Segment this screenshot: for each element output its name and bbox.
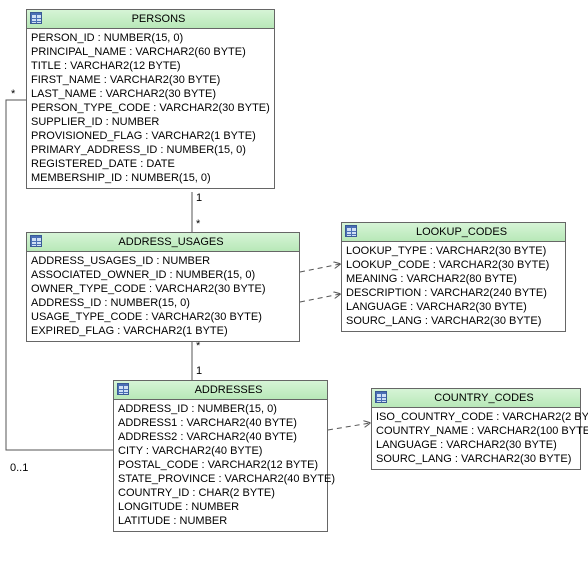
column-row: MEANING : VARCHAR2(80 BYTE): [346, 272, 561, 286]
entity-body: LOOKUP_TYPE : VARCHAR2(30 BYTE) LOOKUP_C…: [342, 242, 565, 331]
column-row: SUPPLIER_ID : NUMBER: [31, 115, 270, 129]
entity-body: PERSON_ID : NUMBER(15, 0) PRINCIPAL_NAME…: [27, 29, 274, 188]
column-row: PRINCIPAL_NAME : VARCHAR2(60 BYTE): [31, 45, 270, 59]
column-row: PERSON_ID : NUMBER(15, 0): [31, 31, 270, 45]
entity-header: ADDRESS_USAGES: [27, 233, 299, 252]
column-row: LOOKUP_CODE : VARCHAR2(30 BYTE): [346, 258, 561, 272]
column-row: COUNTRY_NAME : VARCHAR2(100 BYTE): [376, 424, 576, 438]
table-icon: [30, 235, 42, 247]
column-row: LATITUDE : NUMBER: [118, 514, 323, 528]
column-row: LAST_NAME : VARCHAR2(30 BYTE): [31, 87, 270, 101]
entity-body: ADDRESS_USAGES_ID : NUMBER ASSOCIATED_OW…: [27, 252, 299, 341]
column-row: ASSOCIATED_OWNER_ID : NUMBER(15, 0): [31, 268, 295, 282]
column-row: PERSON_TYPE_CODE : VARCHAR2(30 BYTE): [31, 101, 270, 115]
entity-title: PERSONS: [132, 13, 186, 25]
entity-title: COUNTRY_CODES: [434, 392, 533, 404]
column-row: LOOKUP_TYPE : VARCHAR2(30 BYTE): [346, 244, 561, 258]
cardinality-addresses-left: 0..1: [10, 462, 28, 474]
column-row: STATE_PROVINCE : VARCHAR2(40 BYTE): [118, 472, 323, 486]
column-row: MEMBERSHIP_ID : NUMBER(15, 0): [31, 171, 270, 185]
entity-country-codes: COUNTRY_CODES ISO_COUNTRY_CODE : VARCHAR…: [371, 388, 581, 470]
entity-title: LOOKUP_CODES: [416, 226, 507, 238]
column-row: POSTAL_CODE : VARCHAR2(12 BYTE): [118, 458, 323, 472]
column-row: OWNER_TYPE_CODE : VARCHAR2(30 BYTE): [31, 282, 295, 296]
column-row: LANGUAGE : VARCHAR2(30 BYTE): [376, 438, 576, 452]
column-row: DESCRIPTION : VARCHAR2(240 BYTE): [346, 286, 561, 300]
entity-header: COUNTRY_CODES: [372, 389, 580, 408]
column-row: LANGUAGE : VARCHAR2(30 BYTE): [346, 300, 561, 314]
cardinality-addrusages-top: *: [196, 218, 200, 230]
column-row: ADDRESS1 : VARCHAR2(40 BYTE): [118, 416, 323, 430]
cardinality-addresses-top: 1: [196, 365, 202, 377]
cardinality-persons-bottom: 1: [196, 192, 202, 204]
table-icon: [117, 383, 129, 395]
column-row: REGISTERED_DATE : DATE: [31, 157, 270, 171]
column-row: TITLE : VARCHAR2(12 BYTE): [31, 59, 270, 73]
column-row: EXPIRED_FLAG : VARCHAR2(1 BYTE): [31, 324, 295, 338]
column-row: ADDRESS_ID : NUMBER(15, 0): [31, 296, 295, 310]
column-row: PRIMARY_ADDRESS_ID : NUMBER(15, 0): [31, 143, 270, 157]
column-row: ISO_COUNTRY_CODE : VARCHAR2(2 BYTE): [376, 410, 576, 424]
column-row: ADDRESS_USAGES_ID : NUMBER: [31, 254, 295, 268]
cardinality-persons-left: *: [11, 88, 15, 100]
entity-title: ADDRESSES: [195, 384, 263, 396]
entity-header: PERSONS: [27, 10, 274, 29]
column-row: PROVISIONED_FLAG : VARCHAR2(1 BYTE): [31, 129, 270, 143]
column-row: SOURC_LANG : VARCHAR2(30 BYTE): [376, 452, 576, 466]
entity-header: ADDRESSES: [114, 381, 327, 400]
column-row: FIRST_NAME : VARCHAR2(30 BYTE): [31, 73, 270, 87]
column-row: ADDRESS2 : VARCHAR2(40 BYTE): [118, 430, 323, 444]
entity-lookup-codes: LOOKUP_CODES LOOKUP_TYPE : VARCHAR2(30 B…: [341, 222, 566, 332]
column-row: CITY : VARCHAR2(40 BYTE): [118, 444, 323, 458]
column-row: SOURC_LANG : VARCHAR2(30 BYTE): [346, 314, 561, 328]
column-row: COUNTRY_ID : CHAR(2 BYTE): [118, 486, 323, 500]
table-icon: [345, 225, 357, 237]
entity-title: ADDRESS_USAGES: [118, 236, 223, 248]
entity-header: LOOKUP_CODES: [342, 223, 565, 242]
column-row: ADDRESS_ID : NUMBER(15, 0): [118, 402, 323, 416]
table-icon: [30, 12, 42, 24]
entity-address-usages: ADDRESS_USAGES ADDRESS_USAGES_ID : NUMBE…: [26, 232, 300, 342]
entity-addresses: ADDRESSES ADDRESS_ID : NUMBER(15, 0) ADD…: [113, 380, 328, 532]
entity-persons: PERSONS PERSON_ID : NUMBER(15, 0) PRINCI…: [26, 9, 275, 189]
table-icon: [375, 391, 387, 403]
column-row: USAGE_TYPE_CODE : VARCHAR2(30 BYTE): [31, 310, 295, 324]
entity-body: ADDRESS_ID : NUMBER(15, 0) ADDRESS1 : VA…: [114, 400, 327, 531]
column-row: LONGITUDE : NUMBER: [118, 500, 323, 514]
entity-body: ISO_COUNTRY_CODE : VARCHAR2(2 BYTE) COUN…: [372, 408, 580, 469]
